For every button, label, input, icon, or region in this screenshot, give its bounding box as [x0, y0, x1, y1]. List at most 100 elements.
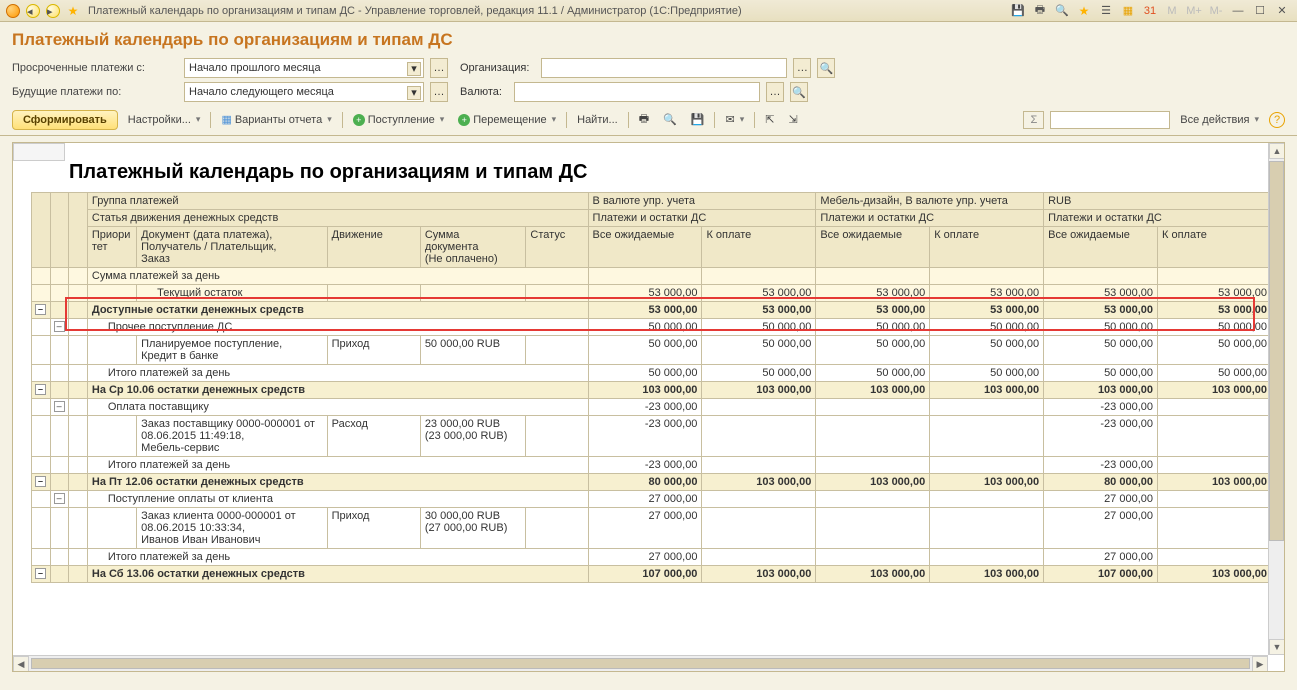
org-more-button[interactable]: …	[793, 58, 811, 78]
maximize-icon[interactable]: ☐	[1251, 2, 1269, 20]
m-icon[interactable]: M	[1163, 2, 1181, 20]
hdr-curr: В валюте упр. учета	[588, 193, 816, 210]
tree-toggle[interactable]: –	[35, 304, 46, 315]
hdr-org: Мебель-дизайн, В валюте упр. учета	[816, 193, 1044, 210]
org-input[interactable]	[541, 58, 787, 78]
find-button[interactable]: Найти...	[573, 112, 622, 128]
plus-icon: +	[458, 114, 470, 126]
expand-button[interactable]: ⇲	[784, 111, 801, 128]
incoming-button[interactable]: +Поступление	[349, 112, 449, 128]
future-more-button[interactable]: …	[430, 82, 448, 102]
row-day-sum: Сумма платежей за день	[32, 268, 1272, 285]
save-button[interactable]: 💾	[687, 111, 709, 128]
vertical-scrollbar[interactable]: ▲ ▼	[1268, 143, 1284, 655]
sigma-field[interactable]	[1050, 111, 1170, 129]
variants-button[interactable]: ▦Варианты отчета	[217, 111, 335, 128]
calc-icon[interactable]: ▦	[1119, 2, 1137, 20]
scroll-thumb-h[interactable]	[31, 658, 1250, 669]
hdr-balances3: Платежи и остатки ДС	[1044, 210, 1272, 227]
hdr-exp3: Все ожидаемые	[1044, 227, 1158, 268]
print-icon[interactable]: 🖶	[1031, 2, 1049, 20]
calendar-icon[interactable]: 31	[1141, 2, 1159, 20]
currency-input[interactable]	[514, 82, 760, 102]
minimize-icon[interactable]: —	[1229, 2, 1247, 20]
fav-icon[interactable]: ★	[1075, 2, 1093, 20]
tree-toggle[interactable]: –	[35, 476, 46, 487]
currency-label: Валюта:	[460, 86, 502, 98]
hdr-article: Статья движения денежных средств	[87, 210, 588, 227]
overdue-value: Начало прошлого месяца	[189, 62, 321, 74]
scroll-up-icon[interactable]: ▲	[1269, 143, 1285, 159]
save-icon[interactable]: 💾	[1009, 2, 1027, 20]
row-wed: – На Ср 10.06 остатки денежных средств 1…	[32, 382, 1272, 399]
overdue-label: Просроченные платежи с:	[12, 62, 180, 74]
mplus-icon[interactable]: M+	[1185, 2, 1203, 20]
scroll-down-icon[interactable]: ▼	[1269, 639, 1285, 655]
row-order-supplier: Заказ поставщику 0000-000001 от 08.06.20…	[32, 416, 1272, 457]
filter-row-future: Будущие платежи по: Начало следующего ме…	[0, 80, 1297, 104]
window-title: Платежный календарь по организациям и ти…	[88, 5, 1009, 17]
preview-icon[interactable]: 🔍	[1053, 2, 1071, 20]
currency-search-button[interactable]: 🔍	[790, 82, 808, 102]
hdr-balances2: Платежи и остатки ДС	[816, 210, 1044, 227]
report-grid: Группа платежей В валюте упр. учета Мебе…	[31, 192, 1272, 583]
window-titlebar: ◂ ▸ ★ Платежный календарь по организация…	[0, 0, 1297, 22]
history-icon[interactable]: ☰	[1097, 2, 1115, 20]
mminus-icon[interactable]: M-	[1207, 2, 1225, 20]
hdr-rub: RUB	[1044, 193, 1272, 210]
hdr-prio: Приори тет	[87, 227, 136, 268]
org-search-button[interactable]: 🔍	[817, 58, 835, 78]
tree-toggle[interactable]: –	[54, 493, 65, 504]
close-icon[interactable]: ✕	[1273, 2, 1291, 20]
row-planned-inc: Планируемое поступление, Кредит в банке …	[32, 336, 1272, 365]
logo-icon	[4, 2, 22, 20]
filter-row-overdue: Просроченные платежи с: Начало прошлого …	[0, 56, 1297, 80]
preview-button[interactable]: 🔍	[659, 111, 681, 128]
row-day-total-3: Итого платежей за день 27 000,00 27 000,…	[32, 549, 1272, 566]
scroll-left-icon[interactable]: ◀	[13, 656, 29, 672]
hdr-movement: Движение	[327, 227, 420, 268]
row-day-total-1: Итого платежей за день 50 000,00 50 000,…	[32, 365, 1272, 382]
tree-toggle[interactable]: –	[54, 401, 65, 412]
report-area: Платежный календарь по организациям и ти…	[12, 142, 1285, 672]
hdr-topay2: К оплате	[930, 227, 1044, 268]
future-value: Начало следующего месяца	[189, 86, 334, 98]
overdue-more-button[interactable]: …	[430, 58, 448, 78]
report-title: Платежный календарь по организациям и ти…	[13, 143, 1284, 192]
row-other-inc: – Прочее поступление ДС 50 000,00 50 000…	[32, 319, 1272, 336]
hdr-exp1: Все ожидаемые	[588, 227, 702, 268]
hdr-group: Группа платежей	[87, 193, 588, 210]
chevron-down-icon[interactable]: ▾	[407, 62, 421, 76]
row-sat: – На Сб 13.06 остатки денежных средств 1…	[32, 566, 1272, 583]
form-button[interactable]: Сформировать	[12, 110, 118, 130]
row-pay-supplier: – Оплата поставщику -23 000,00 -23 000,0…	[32, 399, 1272, 416]
collapse-button[interactable]: ⇱	[761, 111, 778, 128]
scroll-thumb-v[interactable]	[1269, 161, 1284, 541]
horizontal-scrollbar[interactable]: ◀ ▶	[13, 655, 1268, 671]
all-actions-button[interactable]: Все действия	[1176, 112, 1263, 128]
sigma-button[interactable]: Σ	[1023, 111, 1044, 129]
mail-button[interactable]: ✉	[721, 111, 748, 128]
help-icon[interactable]: ?	[1269, 112, 1285, 128]
tree-toggle[interactable]: –	[54, 321, 65, 332]
toolbar: Сформировать Настройки... ▦Варианты отче…	[0, 104, 1297, 136]
star-icon[interactable]: ★	[64, 2, 82, 20]
settings-button[interactable]: Настройки...	[124, 112, 205, 128]
tree-toggle[interactable]: –	[35, 568, 46, 579]
future-select[interactable]: Начало следующего месяца ▾	[184, 82, 424, 102]
tree-toggle[interactable]: –	[35, 384, 46, 395]
overdue-select[interactable]: Начало прошлого месяца ▾	[184, 58, 424, 78]
row-available: – Доступные остатки денежных средств 53 …	[32, 302, 1272, 319]
hdr-status: Статус	[526, 227, 588, 268]
hdr-balances1: Платежи и остатки ДС	[588, 210, 816, 227]
chevron-down-icon[interactable]: ▾	[407, 86, 421, 100]
hdr-topay1: К оплате	[702, 227, 816, 268]
print-button[interactable]: 🖶	[635, 108, 653, 131]
page-title: Платежный календарь по организациям и ти…	[0, 22, 1297, 56]
hdr-topay3: К оплате	[1158, 227, 1272, 268]
currency-more-button[interactable]: …	[766, 82, 784, 102]
back-icon[interactable]: ◂	[24, 2, 42, 20]
transfer-button[interactable]: +Перемещение	[454, 112, 560, 128]
scroll-right-icon[interactable]: ▶	[1252, 656, 1268, 672]
fwd-icon[interactable]: ▸	[44, 2, 62, 20]
